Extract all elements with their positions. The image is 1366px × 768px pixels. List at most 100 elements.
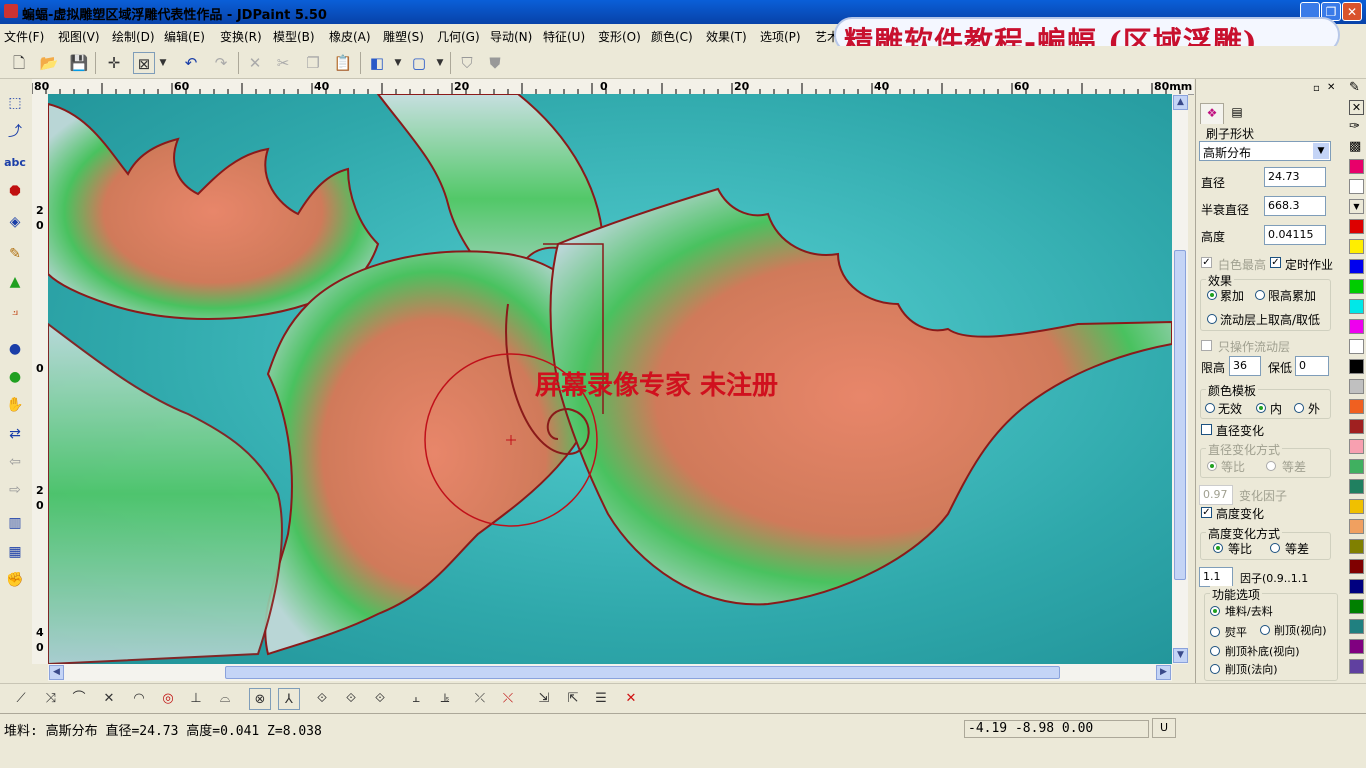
color-swatch[interactable] <box>1349 519 1364 534</box>
menu-item[interactable]: 文件(F) <box>4 28 44 45</box>
effect-flow-radio[interactable] <box>1207 314 1217 324</box>
color-swatch[interactable] <box>1349 159 1364 174</box>
perpendicular-tool-icon[interactable]: ⊥ <box>185 688 207 710</box>
menu-item[interactable]: 绘制(D) <box>112 28 155 45</box>
menu-item[interactable]: 颜色(C) <box>651 28 693 45</box>
undo-icon[interactable]: ↶ <box>180 52 202 74</box>
f-pile-radio[interactable] <box>1210 606 1220 616</box>
color-swatch[interactable] <box>1349 419 1364 434</box>
diameter-change-checkbox[interactable] <box>1201 424 1212 435</box>
vertical-scroll-thumb[interactable] <box>1174 250 1186 580</box>
tab-brush-icon[interactable]: ❖ <box>1200 103 1224 124</box>
color-swatch[interactable] <box>1349 619 1364 634</box>
node-remove-icon[interactable]: ⟐ <box>369 688 391 710</box>
crosshair-icon[interactable]: ✛ <box>103 52 125 74</box>
factor-input[interactable]: 1.1 <box>1199 567 1233 587</box>
grid-tool-icon[interactable]: ▦ <box>4 541 26 563</box>
white-highest-checkbox[interactable]: ✓ <box>1201 257 1212 268</box>
paste-icon[interactable]: 📋 <box>332 52 354 74</box>
no-color-icon[interactable]: ✕ <box>1349 100 1364 115</box>
height-input[interactable]: 0.04115 <box>1264 225 1326 245</box>
menu-item[interactable]: 特征(U) <box>543 28 585 45</box>
color-swatch[interactable] <box>1349 239 1364 254</box>
pointer-node-icon[interactable]: ⤴ <box>4 121 26 143</box>
app-icon[interactable] <box>4 4 18 18</box>
open-folder-icon[interactable]: 📂 <box>38 52 60 74</box>
color-swatch[interactable] <box>1349 539 1364 554</box>
effect-limit-radio[interactable] <box>1255 290 1265 300</box>
dropdown-arrow-icon[interactable]: ▼ <box>392 52 404 74</box>
shield-alt-icon[interactable]: ⛊ <box>484 52 506 74</box>
fillet-tool-icon[interactable]: ⇱ <box>562 688 584 710</box>
f-cut-fill-view-radio[interactable] <box>1210 646 1220 656</box>
smudge-tool-icon[interactable]: ✋ <box>4 394 26 416</box>
menu-item[interactable]: 编辑(E) <box>164 28 205 45</box>
snap-point-icon[interactable]: ⊗ <box>249 688 271 710</box>
select-rect-icon[interactable]: ⬚ <box>4 92 26 114</box>
diameter-input[interactable]: 24.73 <box>1264 167 1326 187</box>
ct-inner-radio[interactable] <box>1256 403 1266 413</box>
shield-icon[interactable]: ⛉ <box>456 52 478 74</box>
dropdown-arrow-icon[interactable]: ▼ <box>157 52 169 74</box>
color-swatch[interactable] <box>1349 259 1364 274</box>
color-swatch[interactable] <box>1349 319 1364 334</box>
dc-diff-radio[interactable] <box>1266 461 1276 471</box>
timed-checkbox[interactable]: ✓ <box>1270 257 1281 268</box>
menu-item[interactable]: 变换(R) <box>220 28 262 45</box>
close-button[interactable]: ✕ <box>1342 2 1362 21</box>
brush-shape-select[interactable]: 高斯分布 ▼ <box>1199 141 1331 161</box>
color-swatch[interactable] <box>1349 299 1364 314</box>
brush-tool-icon[interactable]: ✎ <box>4 243 26 265</box>
menu-item[interactable]: 几何(G) <box>437 28 480 45</box>
hc-diff-radio[interactable] <box>1270 543 1280 553</box>
align-bottom-icon[interactable]: ⫠ <box>405 688 427 710</box>
scroll-up-arrow-icon[interactable]: ▲ <box>1173 95 1188 110</box>
redo-icon[interactable]: ↷ <box>210 52 232 74</box>
f-flatten-radio[interactable] <box>1210 627 1220 637</box>
menu-item[interactable]: 模型(B) <box>273 28 315 45</box>
dc-ratio-radio[interactable] <box>1207 461 1217 471</box>
arc-tool-icon[interactable]: ⌒ <box>68 688 90 710</box>
scroll-down-arrow-icon[interactable]: ▼ <box>1173 648 1188 663</box>
color-swatch[interactable] <box>1349 499 1364 514</box>
menu-item[interactable]: 选项(P) <box>760 28 801 45</box>
circle-tool-icon[interactable]: ◎ <box>157 688 179 710</box>
drop-blue-icon[interactable]: ● <box>4 338 26 360</box>
swap-tool-icon[interactable]: ⇄ <box>4 423 26 445</box>
menu-item[interactable]: 导动(N) <box>490 28 532 45</box>
change-factor-input[interactable]: 0.97 <box>1199 485 1233 505</box>
arrow-right-icon[interactable]: ⇨ <box>4 479 26 501</box>
bell-tool-icon[interactable]: ▲ <box>4 271 26 293</box>
arrow-left-icon[interactable]: ⇦ <box>4 451 26 473</box>
cut-icon[interactable]: ✂ <box>272 52 294 74</box>
drop-green-icon[interactable]: ● <box>4 366 26 388</box>
scroll-left-arrow-icon[interactable]: ◀ <box>49 665 64 680</box>
polyline-tool-icon[interactable]: ⤨ <box>40 688 62 710</box>
diamond-tool-icon[interactable]: ◈ <box>4 211 26 233</box>
cross-tool-icon[interactable]: ✕ <box>98 688 120 710</box>
horizontal-scroll-thumb[interactable] <box>225 666 1060 679</box>
break-tool-icon[interactable]: ⤫ <box>469 688 491 710</box>
menu-item[interactable]: 效果(T) <box>706 28 747 45</box>
effect-accumulate-radio[interactable] <box>1207 290 1217 300</box>
color-swatch[interactable] <box>1349 439 1364 454</box>
color-swatch[interactable] <box>1349 279 1364 294</box>
only-flow-checkbox[interactable] <box>1201 340 1212 351</box>
delete-icon[interactable]: ✕ <box>244 52 266 74</box>
node-add-icon[interactable]: ⟐ <box>340 688 362 710</box>
pencil-icon[interactable]: ✎ <box>1349 80 1360 95</box>
measure-tool-icon[interactable]: ⟓ <box>4 300 26 322</box>
eyedropper-icon[interactable]: ✑ <box>1349 119 1360 134</box>
scroll-right-arrow-icon[interactable]: ▶ <box>1156 665 1171 680</box>
color-swatch[interactable] <box>1349 179 1364 194</box>
save-icon[interactable]: 💾 <box>68 52 90 74</box>
snap-axis-icon[interactable]: ⅄ <box>278 688 300 710</box>
delete-red-icon[interactable]: ✕ <box>620 688 642 710</box>
extend-tool-icon[interactable]: ⇲ <box>533 688 555 710</box>
menu-item[interactable]: 雕塑(S) <box>383 28 424 45</box>
book-tool-icon[interactable]: ▥ <box>4 512 26 534</box>
curve-tool-icon[interactable]: ◠ <box>128 688 150 710</box>
align-multi-icon[interactable]: ⫡ <box>434 688 456 710</box>
hc-ratio-radio[interactable] <box>1213 543 1223 553</box>
color-swatch[interactable] <box>1349 639 1364 654</box>
